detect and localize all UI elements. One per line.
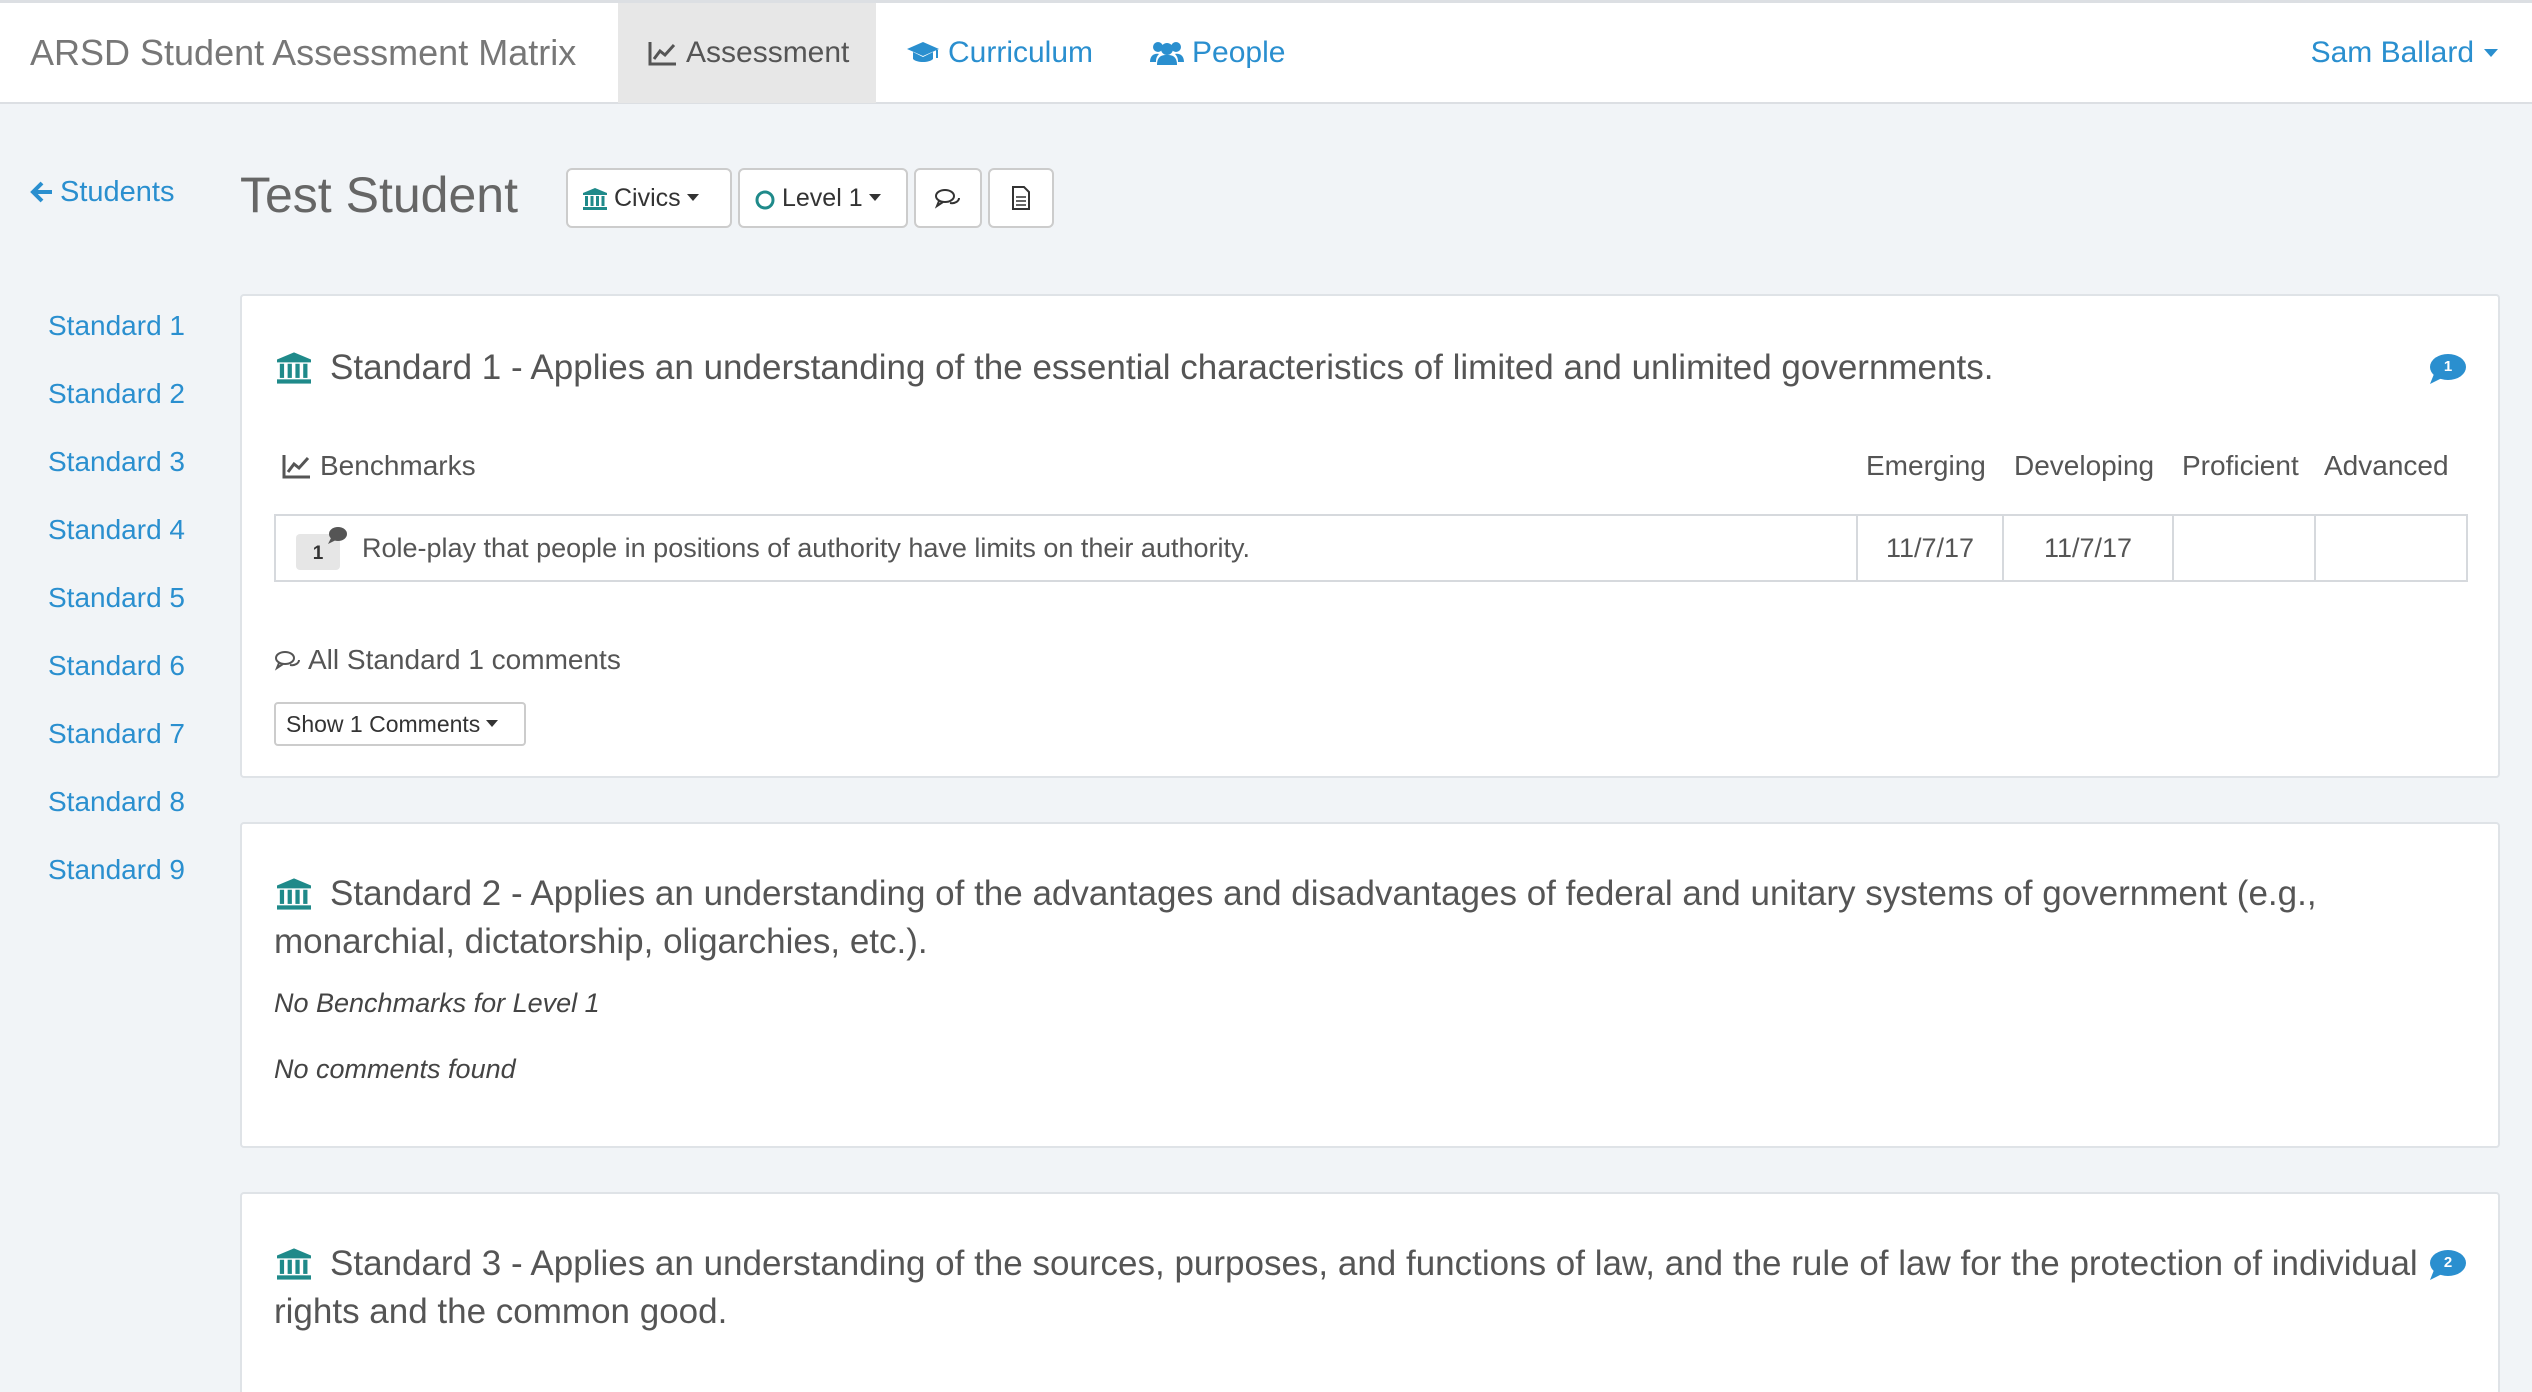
institution-icon xyxy=(277,352,311,384)
line-chart-icon xyxy=(282,455,310,479)
sidebar-item-standard-3[interactable]: Standard 3 xyxy=(48,436,185,504)
sidebar-item-standard-8[interactable]: Standard 8 xyxy=(48,776,185,844)
no-comments-note: No comments found xyxy=(274,1054,516,1084)
chevron-down-icon xyxy=(2484,49,2498,57)
circle-outline-icon xyxy=(755,190,775,210)
all-comments-label: All Standard 1 comments xyxy=(308,644,621,675)
standard-2-panel: Standard 2 - Applies an understanding of… xyxy=(240,822,2500,1148)
comment-count-badge[interactable]: 1 xyxy=(2428,352,2468,386)
standard-3-title: Standard 3 - Applies an understanding of… xyxy=(274,1240,2434,1336)
comments-button[interactable] xyxy=(914,168,982,228)
standard-3-title-text: Standard 3 - Applies an understanding of… xyxy=(274,1244,2418,1331)
app-brand[interactable]: ARSD Student Assessment Matrix xyxy=(30,3,576,103)
no-benchmarks-note: No Benchmarks for Level 1 xyxy=(274,988,600,1018)
show-comments-button[interactable]: Show 1 Comments xyxy=(274,702,526,746)
chevron-down-icon xyxy=(486,720,499,727)
comment-count: 2 xyxy=(2443,1254,2453,1271)
level-label: Level 1 xyxy=(782,184,863,212)
benchmark-row: 1 Role-play that people in positions of … xyxy=(274,514,2468,582)
comment-bubble-icon xyxy=(328,527,347,544)
institution-icon xyxy=(277,1248,311,1280)
column-proficient: Proficient xyxy=(2182,450,2299,481)
user-name: Sam Ballard xyxy=(2310,36,2474,69)
benchmark-description-cell[interactable]: 1 Role-play that people in positions of … xyxy=(276,516,1856,580)
sidebar-item-standard-2[interactable]: Standard 2 xyxy=(48,368,185,436)
benchmark-text: Role-play that people in positions of au… xyxy=(362,533,1250,563)
sidebar-item-standard-1[interactable]: Standard 1 xyxy=(48,300,185,368)
column-advanced: Advanced xyxy=(2324,450,2449,481)
chevron-down-icon xyxy=(868,194,881,201)
nav-assessment-label: Assessment xyxy=(686,36,850,69)
sidebar-item-standard-4[interactable]: Standard 4 xyxy=(48,504,185,572)
document-icon xyxy=(1012,186,1030,210)
benchmarks-heading: Benchmarks xyxy=(282,450,476,482)
users-icon xyxy=(1150,42,1184,65)
chevron-down-icon xyxy=(686,194,699,201)
standard-2-title-text: Standard 2 - Applies an understanding of… xyxy=(274,874,2317,961)
standards-sidebar: Standard 1 Standard 2 Standard 3 Standar… xyxy=(48,300,185,912)
back-link-label: Students xyxy=(60,176,175,208)
institution-icon xyxy=(277,878,311,910)
sidebar-item-standard-7[interactable]: Standard 7 xyxy=(48,708,185,776)
column-emerging: Emerging xyxy=(1866,450,1986,481)
comment-count-badge[interactable]: 2 xyxy=(2428,1248,2468,1282)
line-chart-icon xyxy=(648,42,676,66)
graduation-cap-icon xyxy=(907,42,939,62)
page-title: Test Student xyxy=(240,167,518,223)
sidebar-item-standard-9[interactable]: Standard 9 xyxy=(48,844,185,912)
institution-icon xyxy=(583,188,607,210)
column-developing: Developing xyxy=(2014,450,2155,481)
standard-1-panel: Standard 1 - Applies an understanding of… xyxy=(240,294,2500,778)
comments-icon xyxy=(934,189,960,209)
standard-3-panel: Standard 3 - Applies an understanding of… xyxy=(240,1192,2500,1392)
level-dropdown[interactable]: Level 1 xyxy=(738,168,908,228)
benchmarks-label: Benchmarks xyxy=(320,450,476,481)
show-comments-label: Show 1 Comments xyxy=(286,711,481,737)
benchmark-advanced-cell[interactable] xyxy=(2314,516,2466,580)
benchmark-emerging-cell[interactable]: 11/7/17 xyxy=(1856,516,2002,580)
nav-assessment[interactable]: Assessment xyxy=(618,3,876,103)
top-navbar: ARSD Student Assessment Matrix Assessmen… xyxy=(0,0,2532,104)
comments-icon xyxy=(274,651,300,671)
standard-2-title: Standard 2 - Applies an understanding of… xyxy=(274,870,2434,966)
comment-count: 1 xyxy=(2443,358,2453,375)
nav-curriculum-label: Curriculum xyxy=(948,36,1094,69)
benchmark-developing-cell[interactable]: 11/7/17 xyxy=(2002,516,2172,580)
report-button[interactable] xyxy=(988,168,1054,228)
all-comments-heading: All Standard 1 comments xyxy=(274,644,621,676)
sidebar-item-standard-6[interactable]: Standard 6 xyxy=(48,640,185,708)
subject-dropdown[interactable]: Civics xyxy=(566,168,732,228)
back-to-students-link[interactable]: Students xyxy=(30,176,174,209)
standard-1-title-text: Standard 1 - Applies an understanding of… xyxy=(330,348,1994,387)
subject-label: Civics xyxy=(614,184,681,212)
standard-1-title: Standard 1 - Applies an understanding of… xyxy=(274,344,2434,392)
nav-people-label: People xyxy=(1192,36,1286,69)
sidebar-item-standard-5[interactable]: Standard 5 xyxy=(48,572,185,640)
nav-curriculum[interactable]: Curriculum xyxy=(906,3,1093,103)
nav-people[interactable]: People xyxy=(1150,3,1285,103)
arrow-left-icon xyxy=(30,181,52,203)
benchmark-proficient-cell[interactable] xyxy=(2172,516,2314,580)
user-menu[interactable]: Sam Ballard xyxy=(2311,3,2498,103)
